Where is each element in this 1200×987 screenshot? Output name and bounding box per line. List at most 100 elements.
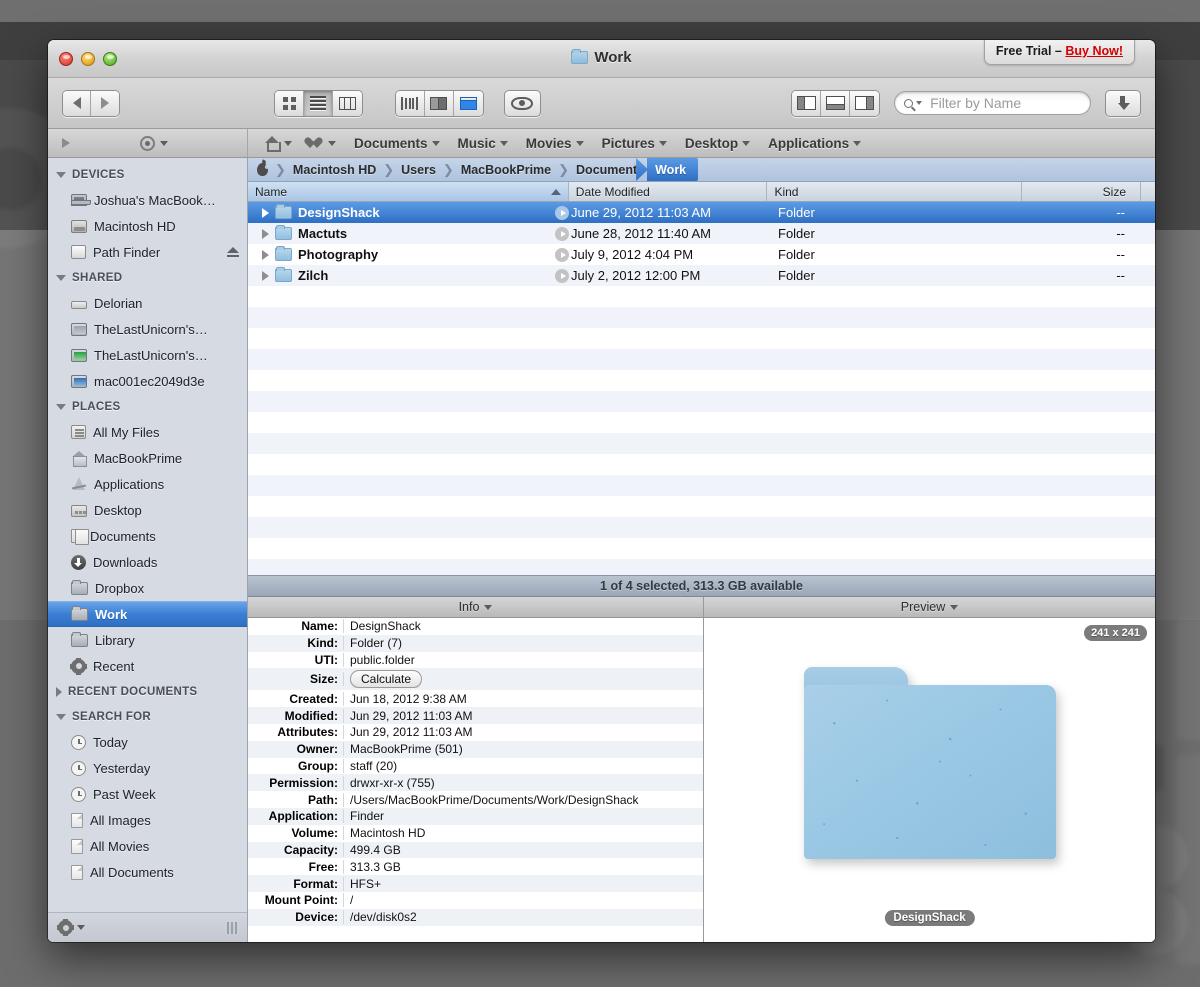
breadcrumb-item-current[interactable]: Work: [647, 158, 699, 181]
shelf-item-applications[interactable]: Applications: [768, 136, 862, 151]
disclosure-right-icon[interactable]: [62, 138, 70, 148]
info-label: Attributes:: [248, 725, 344, 740]
shelf-item-documents[interactable]: Documents: [354, 136, 440, 151]
sidebar-group-devices[interactable]: DEVICES: [48, 162, 247, 187]
sidebar-item-applications[interactable]: Applications: [48, 471, 247, 497]
folder-icon: [275, 225, 292, 240]
breadcrumb-item-macbookprime[interactable]: MacBookPrime: [460, 163, 552, 177]
browser-dual-button[interactable]: [424, 90, 454, 116]
sidebar-item-dropbox[interactable]: Dropbox: [48, 575, 247, 601]
table-row-empty: [248, 454, 1155, 475]
view-icon-button[interactable]: [275, 90, 305, 116]
sidebar-item-all-movies[interactable]: All Movies: [48, 833, 247, 859]
shelf-home-button[interactable]: [264, 136, 292, 152]
sidebar-item-label: mac001ec2049d3e: [94, 373, 205, 389]
go-to-icon[interactable]: [555, 268, 569, 283]
chevron-down-icon[interactable]: [916, 101, 923, 105]
disclosure-right-icon[interactable]: [262, 249, 269, 260]
sidebar-item-past-week[interactable]: Past Week: [48, 781, 247, 807]
sidebar-item-documents[interactable]: Documents: [48, 523, 247, 549]
chevron-down-icon[interactable]: [950, 604, 959, 610]
breadcrumb-item-documents[interactable]: Documents: [575, 163, 645, 177]
disclosure-right-icon[interactable]: [262, 228, 269, 239]
sidebar-item-thelastunicorn-2[interactable]: TheLastUnicorn's…: [48, 342, 247, 368]
browser-single-button[interactable]: [453, 90, 483, 116]
shelf-item-music[interactable]: Music: [458, 136, 508, 151]
calculate-button[interactable]: Calculate: [350, 670, 423, 689]
column-header-size[interactable]: Size: [1022, 182, 1142, 201]
sidebar-item-recent[interactable]: Recent: [48, 653, 247, 679]
forward-button[interactable]: [91, 90, 120, 116]
sidebar-item-yesterday[interactable]: Yesterday: [48, 755, 247, 781]
sidebar-item-macintosh-hd[interactable]: Macintosh HD: [48, 213, 247, 239]
sidebar-item-label: Path Finder: [93, 244, 161, 260]
info-pane-header[interactable]: Info: [248, 597, 703, 618]
browser-slim-button[interactable]: [395, 90, 425, 116]
sidebar-group-recent-documents[interactable]: RECENT DOCUMENTS: [48, 679, 247, 704]
sidebar-item-all-documents[interactable]: All Documents: [48, 859, 247, 885]
table-row-empty: [248, 475, 1155, 496]
table-row[interactable]: Zilch July 2, 2012 12:00 PM Folder --: [248, 265, 1155, 286]
sidebar-item-joshuas-macbook[interactable]: Joshua's MacBook…: [48, 187, 247, 213]
sidebar-item-all-images[interactable]: All Images: [48, 807, 247, 833]
table-row[interactable]: Mactuts June 28, 2012 11:40 AM Folder --: [248, 223, 1155, 244]
sidebar-item-desktop[interactable]: Desktop: [48, 497, 247, 523]
sidebar-item-thelastunicorn-1[interactable]: TheLastUnicorn's…: [48, 316, 247, 342]
shelf-favorites-button[interactable]: [310, 137, 336, 150]
go-to-icon[interactable]: [555, 226, 569, 241]
go-to-icon[interactable]: [555, 247, 569, 262]
sidebar-item-label: Library: [95, 632, 135, 648]
heart-icon: [310, 137, 324, 150]
breadcrumb-item-users[interactable]: Users: [400, 163, 437, 177]
sidebar-item-mac001ec2049d3e[interactable]: mac001ec2049d3e: [48, 368, 247, 394]
view-list-button[interactable]: [304, 90, 334, 116]
column-header-date-modified[interactable]: Date Modified: [569, 182, 768, 201]
table-row[interactable]: DesignShack June 29, 2012 11:03 AM Folde…: [248, 202, 1155, 223]
sidebar-item-library[interactable]: Library: [48, 627, 247, 653]
action-gear-icon[interactable]: [57, 919, 74, 936]
toggle-bottom-pane-button[interactable]: [821, 90, 851, 116]
sidebar-item-work[interactable]: Work: [48, 601, 247, 627]
target-chevron-down-icon[interactable]: [160, 140, 168, 146]
folder-body: [803, 685, 1056, 859]
sidebar-group-places[interactable]: PLACES: [48, 394, 247, 419]
sidebar-item-all-my-files[interactable]: All My Files: [48, 419, 247, 445]
shelf-item-desktop[interactable]: Desktop: [685, 136, 751, 151]
sidebar-item-delorian[interactable]: Delorian: [48, 290, 247, 316]
folder-icon: [71, 632, 88, 647]
drop-stack-button[interactable]: [1104, 89, 1141, 117]
preview-pane-header[interactable]: Preview: [704, 597, 1155, 618]
sidebar-item-path-finder[interactable]: Path Finder: [48, 239, 247, 265]
shelf-item-movies[interactable]: Movies: [526, 136, 584, 151]
column-header-name[interactable]: Name: [248, 182, 569, 201]
shelf-item-pictures[interactable]: Pictures: [602, 136, 667, 151]
path-finder-window: Work Free Trial – Buy Now! Filter by Nam…: [48, 40, 1155, 942]
go-to-icon[interactable]: [555, 205, 569, 220]
sidebar-item-downloads[interactable]: Downloads: [48, 549, 247, 575]
toggle-right-pane-button[interactable]: [850, 90, 880, 116]
info-label: Size:: [248, 672, 344, 687]
target-icon[interactable]: [140, 135, 155, 151]
back-button[interactable]: [63, 90, 92, 116]
search-input[interactable]: Filter by Name: [894, 91, 1091, 115]
sidebar-item-today[interactable]: Today: [48, 729, 247, 755]
sidebar-group-shared[interactable]: SHARED: [48, 265, 247, 290]
sidebar-item-macbookprime[interactable]: MacBookPrime: [48, 445, 247, 471]
view-column-button[interactable]: [333, 90, 362, 116]
column-header-kind[interactable]: Kind: [767, 182, 1022, 201]
toggle-left-pane-button[interactable]: [792, 90, 822, 116]
resize-grip[interactable]: [227, 921, 237, 934]
buy-now-link[interactable]: Buy Now!: [1065, 44, 1123, 58]
breadcrumb-root[interactable]: [256, 163, 269, 176]
breadcrumb-item-macintosh-hd[interactable]: Macintosh HD: [292, 163, 377, 177]
disclosure-right-icon[interactable]: [262, 207, 269, 218]
window-titlebar[interactable]: Work Free Trial – Buy Now!: [48, 40, 1155, 78]
chevron-down-icon[interactable]: [484, 604, 493, 610]
disclosure-right-icon[interactable]: [262, 270, 269, 281]
eject-icon[interactable]: [227, 247, 239, 257]
free-trial-badge[interactable]: Free Trial – Buy Now!: [983, 40, 1135, 65]
table-row[interactable]: Photography July 9, 2012 4:04 PM Folder …: [248, 244, 1155, 265]
quick-look-button[interactable]: [503, 89, 542, 117]
sidebar-group-search-for[interactable]: SEARCH FOR: [48, 704, 247, 729]
chevron-down-icon[interactable]: [77, 925, 85, 930]
